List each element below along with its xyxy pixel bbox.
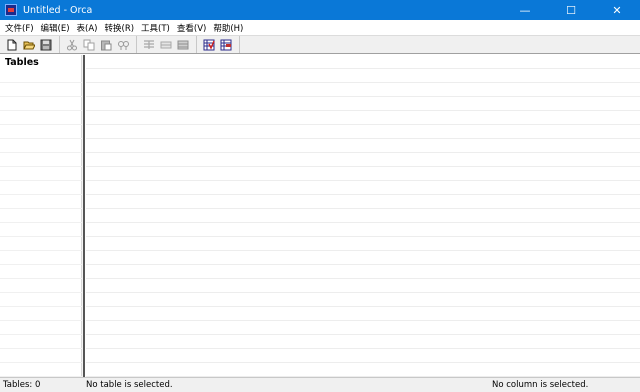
orca-app-icon[interactable]: [5, 4, 17, 16]
validate-icon[interactable]: [201, 37, 216, 52]
close-button[interactable]: ✕: [594, 0, 640, 20]
table-grid[interactable]: [86, 55, 640, 377]
status-tables-count: Tables: 0: [3, 380, 41, 390]
maximize-button[interactable]: ☐: [548, 0, 594, 20]
menu-view[interactable]: 查看(V): [175, 22, 211, 34]
save-icon[interactable]: [38, 37, 53, 52]
toolbar: [0, 35, 640, 54]
open-icon[interactable]: [21, 37, 36, 52]
tables-pane[interactable]: Tables: [0, 55, 82, 377]
find-icon[interactable]: [115, 37, 130, 52]
menu-tables[interactable]: 表(A): [75, 22, 103, 34]
toolbar-edit-group: [64, 36, 137, 53]
menu-tools[interactable]: 工具(T): [139, 22, 175, 34]
pane-splitter[interactable]: [82, 55, 85, 377]
menu-transform[interactable]: 转换(R): [103, 22, 140, 34]
toolbar-table-group: [141, 36, 197, 53]
title-bar[interactable]: Untitled - Orca — ☐ ✕: [0, 0, 640, 20]
menu-help[interactable]: 帮助(H): [211, 22, 248, 34]
minimize-button[interactable]: —: [502, 0, 548, 20]
new-icon[interactable]: [4, 37, 19, 52]
status-column-selection: No column is selected.: [492, 380, 589, 390]
window-title: Untitled - Orca: [23, 4, 93, 16]
status-table-selection: No table is selected.: [86, 380, 173, 390]
toolbar-file-group: [4, 36, 60, 53]
transform-icon[interactable]: [218, 37, 233, 52]
toolbar-tools-group: [201, 36, 240, 53]
menu-edit[interactable]: 编辑(E): [39, 22, 75, 34]
add-table-icon[interactable]: [141, 37, 156, 52]
drop-table-icon[interactable]: [158, 37, 173, 52]
add-row-icon[interactable]: [175, 37, 190, 52]
tables-header: Tables: [5, 57, 39, 68]
menu-file[interactable]: 文件(F): [3, 22, 39, 34]
cut-icon[interactable]: [64, 37, 79, 52]
menu-bar: 文件(F) 编辑(E) 表(A) 转换(R) 工具(T) 查看(V) 帮助(H): [0, 20, 640, 35]
tables-list[interactable]: [0, 69, 82, 377]
copy-icon[interactable]: [81, 37, 96, 52]
status-bar: Tables: 0 No table is selected. No colum…: [0, 377, 640, 392]
paste-icon[interactable]: [98, 37, 113, 52]
